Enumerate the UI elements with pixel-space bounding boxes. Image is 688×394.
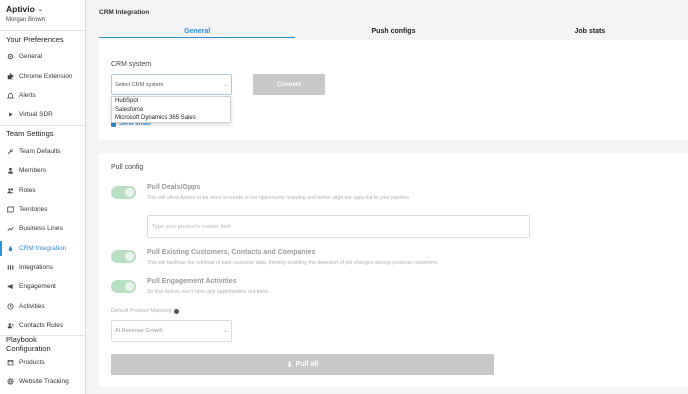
sidebar-item-alerts[interactable]: Alerts: [0, 86, 85, 105]
pull-engagement-title: Pull Engagement Activities: [147, 278, 237, 285]
section-title-preferences: Your Preferences: [0, 30, 85, 47]
crm-system-dropdown: HubSpot Salesforce Microsoft Dynamics 36…: [111, 96, 231, 123]
sidebar-item-territories[interactable]: Territories: [0, 200, 85, 219]
sidebar-item-integrations[interactable]: Integrations: [0, 258, 85, 277]
contacts-icon: [6, 322, 14, 330]
gear-icon: [6, 53, 14, 61]
brand-label: Aptivio: [6, 4, 35, 14]
drop-icon: [6, 244, 14, 252]
tab-push-configs[interactable]: Push configs: [295, 26, 491, 38]
section-title-team-settings: Team Settings: [0, 124, 85, 142]
megaphone-icon: [6, 283, 14, 291]
chevron-down-icon: ⌄: [223, 81, 228, 88]
page-title: CRM Integration: [99, 9, 150, 16]
custom-field-input[interactable]: Type your product's custom field: [147, 215, 530, 238]
custom-field-placeholder: Type your product's custom field: [152, 223, 231, 230]
tab-general[interactable]: General: [99, 26, 296, 38]
tab-bar: General Push configs Job stats: [99, 26, 688, 38]
pull-customers-toggle[interactable]: [111, 250, 136, 263]
default-product-mapping-select[interactable]: AI Revenue Growth ⌄: [111, 320, 232, 342]
brand-header[interactable]: Aptivio ⌄ Morgan Brown: [0, 0, 85, 30]
crm-option-hubspot[interactable]: HubSpot: [112, 97, 230, 106]
main-content: CRM Integration General Push configs Job…: [87, 0, 688, 394]
current-user: Morgan Brown: [6, 17, 46, 23]
sidebar-item-label: Activities: [19, 302, 45, 310]
pull-deals-desc: This will allow Aptivio to be more accur…: [147, 195, 410, 201]
play-icon: [6, 111, 14, 119]
sidebar-item-virtual-sdr[interactable]: Virtual SDR: [0, 105, 85, 124]
sidebar-item-label: Alerts: [19, 91, 36, 99]
sidebar-item-website-tracking[interactable]: Website Tracking: [0, 372, 85, 391]
pull-deals-toggle[interactable]: [111, 186, 136, 199]
crm-option-salesforce[interactable]: Salesforce: [112, 106, 230, 115]
sidebar-item-label: Website Tracking: [19, 378, 69, 386]
sidebar-item-roles[interactable]: Roles: [0, 180, 85, 199]
sidebar-item-business-lines[interactable]: Business Lines: [0, 219, 85, 238]
connect-button[interactable]: Connect: [253, 74, 325, 95]
sidebar-item-team-defaults[interactable]: Team Defaults: [0, 142, 85, 161]
sidebar-item-label: Integrations: [19, 264, 53, 272]
info-icon[interactable]: [173, 308, 179, 314]
user-icon: [6, 167, 14, 175]
box-icon: [6, 358, 14, 366]
sidebar-item-label: Roles: [19, 186, 36, 194]
sidebar-item-engagement[interactable]: Engagement: [0, 277, 85, 296]
pull-customers-title: Pull Existing Customers, Contacts and Co…: [147, 249, 316, 256]
bell-icon: [6, 91, 14, 99]
sidebar-item-products[interactable]: Products: [0, 352, 85, 371]
pull-config-panel: Pull config Pull Deals/Opps This will al…: [99, 153, 688, 387]
mapping-select-value: AI Revenue Growth: [115, 328, 163, 334]
download-icon: ⬇: [286, 361, 293, 369]
crm-option-dynamics[interactable]: Microsoft Dynamics 365 Sales: [112, 114, 230, 123]
chevron-down-icon: ⌄: [37, 6, 43, 13]
sidebar-item-contacts-rules[interactable]: Contacts Rules: [0, 316, 85, 335]
section-title-playbook: Playbook Configuration: [0, 335, 85, 353]
line-chart-icon: [6, 225, 14, 233]
tab-job-stats[interactable]: Job stats: [492, 26, 688, 38]
sidebar-item-label: Engagement: [19, 283, 56, 291]
pull-all-label: Pull all: [295, 361, 319, 368]
globe-icon: [6, 378, 14, 386]
crm-system-panel: CRM system Select CRM system ⌄ Connect: [99, 40, 688, 140]
pull-deals-title: Pull Deals/Opps: [147, 184, 201, 191]
sidebar-item-label: General: [19, 53, 43, 61]
clock-icon: [6, 302, 14, 310]
pull-config-title: Pull config: [111, 164, 144, 171]
sidebar-item-members[interactable]: Members: [0, 161, 85, 180]
sidebar: Aptivio ⌄ Morgan Brown Your Preferences …: [0, 0, 86, 394]
sidebar-item-label: CRM Integration: [19, 244, 67, 252]
sidebar-item-activities[interactable]: Activities: [0, 297, 85, 316]
sidebar-item-label: Products: [19, 358, 45, 366]
puzzle-icon: [6, 72, 14, 80]
sidebar-item-chrome-extension[interactable]: Chrome Extension: [0, 66, 85, 85]
sidebar-item-label: Team Defaults: [19, 147, 61, 155]
crm-system-select[interactable]: Select CRM system ⌄: [111, 74, 232, 95]
crm-system-label: CRM system: [111, 61, 152, 68]
brand-name: Aptivio ⌄: [6, 4, 79, 14]
sidebar-item-crm-integration[interactable]: CRM Integration: [0, 239, 85, 258]
chevron-down-icon: ⌄: [223, 328, 228, 334]
pull-all-button[interactable]: ⬇ Pull all: [111, 354, 494, 375]
sidebar-item-label: Territories: [19, 205, 48, 213]
sidebar-item-label: Virtual SDR: [19, 111, 53, 119]
sidebar-item-label: Chrome Extension: [19, 72, 73, 80]
sidebar-item-label: Contacts Rules: [19, 322, 64, 330]
sidebar-item-label: Members: [19, 167, 47, 175]
default-product-mapping-label: Default Product Mapping: [111, 308, 179, 314]
pull-engagement-toggle[interactable]: [111, 280, 136, 293]
grid-icon: [6, 264, 14, 272]
crm-select-value: Select CRM system: [115, 81, 164, 88]
pull-customers-desc: This will facilitate the retrieval of pa…: [147, 260, 439, 266]
pull-engagement-desc: So that Aptivio won't miss any opportuni…: [147, 289, 269, 295]
sidebar-item-label: Business Lines: [19, 225, 63, 233]
map-icon: [6, 205, 14, 213]
mapping-label-text: Default Product Mapping: [111, 308, 172, 314]
sidebar-item-general[interactable]: General: [0, 47, 85, 66]
users-icon: [6, 186, 14, 194]
wrench-icon: [6, 147, 14, 155]
